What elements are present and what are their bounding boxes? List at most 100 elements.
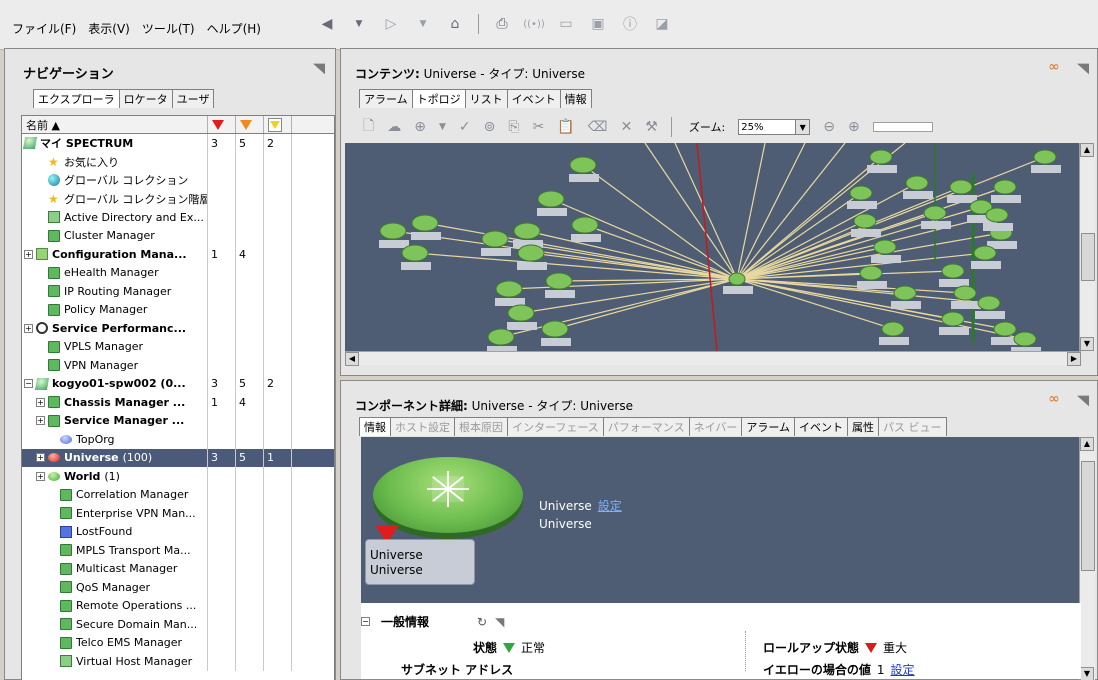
expand-icon[interactable]: + (36, 397, 45, 407)
tab-explorer[interactable]: エクスプローラ (33, 89, 120, 108)
tree-row[interactable]: + Chassis Manager ... 1 4 (22, 393, 334, 412)
topology-node[interactable] (859, 265, 883, 281)
tab-path-view[interactable]: パス ビュー (878, 417, 947, 436)
tree-row[interactable]: マイ SPECTRUM 3 5 2 (22, 134, 334, 153)
check-icon[interactable]: ✓ (459, 119, 471, 135)
topology-node[interactable] (401, 244, 429, 262)
topology-node[interactable] (495, 280, 523, 298)
tree-row[interactable]: グローバル コレクション (22, 171, 334, 190)
topology-node[interactable] (953, 285, 977, 301)
expand-icon[interactable]: + (36, 453, 45, 463)
topology-node[interactable] (941, 263, 965, 279)
tab-events[interactable]: イベント (794, 417, 849, 436)
tree-row[interactable]: + Universe (100) 3 5 1 (22, 448, 334, 467)
panel-menu-icon[interactable] (311, 61, 327, 77)
tree-row[interactable]: Policy Manager (22, 300, 334, 319)
topology-node[interactable] (507, 304, 535, 322)
topology-node[interactable] (993, 321, 1017, 337)
broadcast-icon[interactable]: ((•)) (523, 15, 545, 33)
topology-node[interactable] (993, 179, 1017, 195)
topology-node[interactable] (849, 185, 873, 201)
lock-monitor-icon[interactable]: ▣ (589, 15, 607, 33)
menu-file[interactable]: ファイル(F) (12, 20, 76, 37)
scroll-down-icon[interactable]: ▼ (1080, 337, 1094, 351)
forward-dropdown-icon[interactable]: ▼ (414, 15, 432, 33)
topology-node[interactable] (905, 175, 929, 191)
refresh-icon[interactable]: ↻ (477, 615, 487, 629)
expand-icon[interactable]: + (24, 323, 33, 333)
share-icon[interactable]: ∞ (1045, 391, 1063, 407)
tree-row[interactable]: Cluster Manager (22, 226, 334, 245)
scroll-right-icon[interactable]: ▶ (1067, 352, 1081, 366)
tree-row[interactable]: Multicast Manager (22, 559, 334, 578)
zoom-slider[interactable] (872, 122, 933, 132)
tree-row[interactable]: IP Routing Manager (22, 282, 334, 301)
topology-horizontal-scrollbar[interactable]: ◀ ▶ (345, 351, 1081, 366)
topology-node[interactable] (923, 205, 947, 221)
add-device-icon[interactable]: ⊕ (414, 119, 426, 135)
topology-node[interactable] (1013, 331, 1037, 347)
topology-node[interactable] (728, 272, 746, 286)
tab-list[interactable]: リスト (464, 89, 508, 108)
topology-node[interactable] (481, 230, 509, 248)
topology-canvas[interactable] (345, 143, 1081, 351)
tree-row[interactable]: ★ お気に入り (22, 152, 334, 171)
expand-icon[interactable]: + (36, 471, 45, 481)
back-dropdown-icon[interactable]: ▼ (350, 15, 368, 33)
universe-icon[interactable] (373, 457, 523, 533)
yellow-threshold-settings-link[interactable]: 設定 (891, 661, 915, 678)
tree-row[interactable]: MPLS Transport Ma... (22, 541, 334, 560)
section-menu-icon[interactable]: ◥ (495, 615, 504, 629)
topology-node[interactable] (571, 216, 599, 234)
tab-users[interactable]: ユーザ (171, 89, 215, 108)
expand-icon[interactable]: + (36, 416, 45, 426)
topology-node[interactable] (545, 272, 573, 290)
copy-icon[interactable]: ⎘ (508, 119, 519, 135)
topology-node[interactable] (379, 222, 407, 240)
zoom-select[interactable]: 25% ▼ (738, 119, 811, 135)
details-vertical-scrollbar[interactable]: ▲ ▼ (1079, 437, 1095, 680)
tab-information[interactable]: 情報 (559, 89, 592, 108)
tree-row[interactable]: + Service Performanc... (22, 319, 334, 338)
tab-neighbors[interactable]: ネイバー (688, 417, 743, 436)
topology-node[interactable] (893, 285, 917, 301)
back-icon[interactable]: ◀ (318, 15, 336, 33)
topology-node[interactable] (977, 295, 1001, 311)
topology-node[interactable] (873, 239, 897, 255)
topology-node[interactable] (411, 214, 439, 232)
tree-row[interactable]: ★ グローバル コレクション階層 (22, 189, 334, 208)
menu-tools[interactable]: ツール(T) (142, 20, 195, 37)
tree-row[interactable]: Secure Domain Man... (22, 615, 334, 634)
menu-view[interactable]: 表示(V) (88, 20, 130, 37)
scroll-left-icon[interactable]: ◀ (345, 352, 359, 366)
tab-info[interactable]: 情報 (359, 417, 391, 436)
home-icon[interactable]: ⌂ (446, 15, 464, 33)
topology-vertical-scrollbar[interactable]: ▲ ▼ (1079, 143, 1095, 351)
tree-row[interactable]: LostFound (22, 522, 334, 541)
topology-node[interactable] (881, 321, 905, 337)
column-minor-header[interactable] (264, 116, 292, 133)
print-icon[interactable]: ⎙ (493, 15, 511, 33)
panel-menu-icon[interactable] (1075, 393, 1091, 409)
general-info-header[interactable]: − 一般情報 ↻ ◥ (361, 613, 504, 630)
monitor-icon[interactable]: ▭ (557, 15, 575, 33)
tools-icon[interactable]: ⚒ (645, 119, 658, 135)
zoom-in-icon[interactable]: ⊕ (848, 119, 860, 135)
tab-locator[interactable]: ロケータ (118, 89, 173, 108)
topology-node[interactable] (949, 179, 973, 195)
tree-row[interactable]: eHealth Manager (22, 263, 334, 282)
tree-row[interactable]: + Configuration Mana... 1 4 (22, 245, 334, 264)
tree-row[interactable]: Correlation Manager (22, 485, 334, 504)
add-cloud-icon[interactable]: ☁ (387, 119, 401, 135)
menu-help[interactable]: ヘルプ(H) (207, 20, 261, 37)
tree-row[interactable]: Active Directory and Ex... (22, 208, 334, 227)
tab-performance[interactable]: パフォーマンス (602, 417, 690, 436)
tree-row[interactable]: Telco EMS Manager (22, 633, 334, 652)
topology-node[interactable] (541, 320, 569, 338)
panel-menu-icon[interactable] (1075, 61, 1091, 77)
tab-events[interactable]: イベント (506, 89, 561, 108)
topology-node[interactable] (513, 222, 541, 240)
scroll-down-icon[interactable]: ▼ (1080, 667, 1094, 680)
settings-link[interactable]: 設定 (598, 499, 622, 513)
scroll-up-icon[interactable]: ▲ (1080, 143, 1094, 157)
